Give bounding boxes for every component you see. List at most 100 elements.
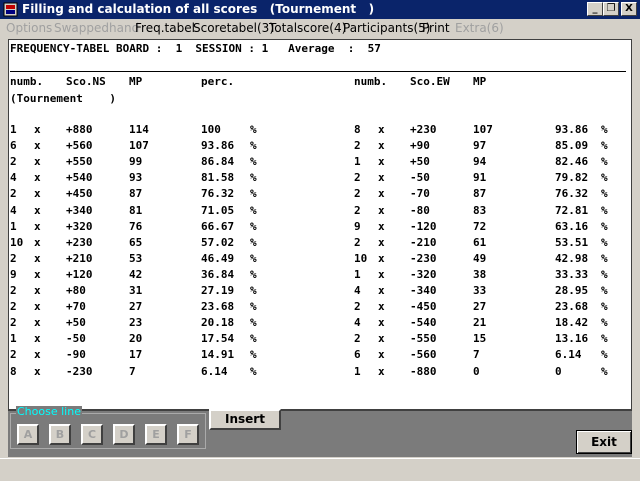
choose-line-label: Choose line	[16, 405, 82, 418]
rows_ns-score-cell: +120	[66, 268, 93, 281]
rows_ew-mp-cell: 33	[473, 284, 487, 297]
rows_ns-mp-cell: 27	[129, 300, 143, 313]
rows_ew-percent-sign: %	[601, 348, 608, 361]
frequency-table-board[interactable]: FREQUENCY-TABEL BOARD : 1 SESSION : 1 Av…	[8, 39, 632, 410]
rows_ew-numb-cell: 10	[354, 252, 368, 265]
rows_ns-times-cell: x	[34, 171, 41, 184]
line-c-button[interactable]: C	[81, 424, 103, 445]
rows_ew-perc-cell: 33.33	[555, 268, 589, 281]
line-f-button[interactable]: F	[177, 424, 199, 445]
line-b-button[interactable]: B	[49, 424, 71, 445]
rows_ns-numb-cell: 2	[10, 300, 17, 313]
rows_ns-mp-cell: 81	[129, 204, 143, 217]
rows_ew-score-cell: -70	[410, 187, 430, 200]
rows_ew-perc-cell: 53.51	[555, 236, 589, 249]
title-bar: Filling and calculation of all scores (T…	[0, 0, 640, 19]
menu-totalscore[interactable]: Totalscore(4)	[269, 21, 346, 36]
close-button[interactable]: X	[621, 2, 637, 16]
line-e-button[interactable]: E	[145, 424, 167, 445]
rows_ew-perc-cell: 76.32	[555, 187, 589, 200]
menu-extra[interactable]: Extra(6)	[455, 21, 504, 36]
rows_ns-percent-sign: %	[250, 139, 257, 152]
menu-scoretabel[interactable]: Scoretabel(3)	[193, 21, 274, 36]
rows_ns-perc-cell: 27.19	[201, 284, 235, 297]
line-a-button[interactable]: A	[17, 424, 39, 445]
rows_ew-percent-sign: %	[601, 139, 608, 152]
rows_ns-mp-cell: 23	[129, 316, 143, 329]
rows_ns-perc-cell: 86.84	[201, 155, 235, 168]
rows_ew-times-cell: x	[378, 300, 385, 313]
rows_ew-times-cell: x	[378, 332, 385, 345]
rows_ew-numb-cell: 2	[354, 300, 361, 313]
rows_ns-percent-sign: %	[250, 268, 257, 281]
rows_ns-times-cell: x	[34, 365, 41, 378]
rows_ns-perc-cell: 57.02	[201, 236, 235, 249]
rows_ew-numb-cell: 6	[354, 348, 361, 361]
restore-button[interactable]: ❐	[603, 2, 619, 16]
rows_ew-score-cell: -560	[410, 348, 437, 361]
rows_ns-perc-cell: 6.14	[201, 365, 228, 378]
col-header-ns-perc: perc.	[201, 75, 235, 88]
insert-button[interactable]: Insert	[209, 409, 281, 430]
rows_ew-times-cell: x	[378, 316, 385, 329]
rows_ew-percent-sign: %	[601, 252, 608, 265]
header-divider	[10, 71, 626, 72]
rows_ew-mp-cell: 107	[473, 123, 493, 136]
col-header-ew-mp: MP	[473, 75, 487, 88]
rows_ew-percent-sign: %	[601, 187, 608, 200]
rows_ns-times-cell: x	[34, 268, 41, 281]
rows_ew-perc-cell: 13.16	[555, 332, 589, 345]
rows_ew-perc-cell: 6.14	[555, 348, 582, 361]
menu-participants[interactable]: Participants(5)	[343, 21, 431, 36]
rows_ns-score-cell: +540	[66, 171, 93, 184]
rows_ns-times-cell: x	[34, 236, 41, 249]
rows_ns-percent-sign: %	[250, 252, 257, 265]
rows_ns-numb-cell: 2	[10, 284, 17, 297]
rows_ew-score-cell: -50	[410, 171, 430, 184]
rows_ew-perc-cell: 63.16	[555, 220, 589, 233]
rows_ns-perc-cell: 76.32	[201, 187, 235, 200]
rows_ns-mp-cell: 20	[129, 332, 143, 345]
rows_ew-times-cell: x	[378, 187, 385, 200]
rows_ew-numb-cell: 8	[354, 123, 361, 136]
status-bar	[0, 458, 640, 481]
rows_ew-score-cell: +90	[410, 139, 430, 152]
rows_ew-mp-cell: 87	[473, 187, 487, 200]
rows_ns-numb-cell: 10	[10, 236, 24, 249]
rows_ew-mp-cell: 97	[473, 139, 487, 152]
rows_ew-numb-cell: 2	[354, 204, 361, 217]
rows_ns-times-cell: x	[34, 139, 41, 152]
rows_ns-numb-cell: 1	[10, 123, 17, 136]
rows_ns-percent-sign: %	[250, 155, 257, 168]
menu-swappedhand[interactable]: Swappedhand	[54, 21, 139, 36]
rows_ew-score-cell: -550	[410, 332, 437, 345]
rows_ew-percent-sign: %	[601, 204, 608, 217]
rows_ns-percent-sign: %	[250, 332, 257, 345]
rows_ns-percent-sign: %	[250, 300, 257, 313]
rows_ew-times-cell: x	[378, 268, 385, 281]
rows_ns-numb-cell: 2	[10, 187, 17, 200]
menu-options[interactable]: Options	[6, 21, 52, 36]
rows_ns-percent-sign: %	[250, 348, 257, 361]
rows_ew-numb-cell: 1	[354, 365, 361, 378]
exit-button[interactable]: Exit	[576, 430, 632, 454]
menu-freq-tabel[interactable]: Freq.tabel	[135, 21, 195, 36]
line-d-button[interactable]: D	[113, 424, 135, 445]
rows_ew-mp-cell: 27	[473, 300, 487, 313]
rows_ns-score-cell: +70	[66, 300, 86, 313]
rows_ew-perc-cell: 23.68	[555, 300, 589, 313]
rows_ew-numb-cell: 2	[354, 139, 361, 152]
rows_ew-score-cell: -230	[410, 252, 437, 265]
rows_ew-score-cell: +230	[410, 123, 437, 136]
rows_ew-numb-cell: 2	[354, 236, 361, 249]
rows_ns-times-cell: x	[34, 204, 41, 217]
rows_ew-perc-cell: 0	[555, 365, 562, 378]
rows_ew-perc-cell: 79.82	[555, 171, 589, 184]
rows_ns-times-cell: x	[34, 332, 41, 345]
rows_ew-perc-cell: 18.42	[555, 316, 589, 329]
col-header-ns-numb: numb.	[10, 75, 44, 88]
menu-print[interactable]: Print	[422, 21, 450, 36]
rows_ew-times-cell: x	[378, 365, 385, 378]
rows_ns-score-cell: +210	[66, 252, 93, 265]
minimize-button[interactable]: _	[587, 2, 603, 16]
